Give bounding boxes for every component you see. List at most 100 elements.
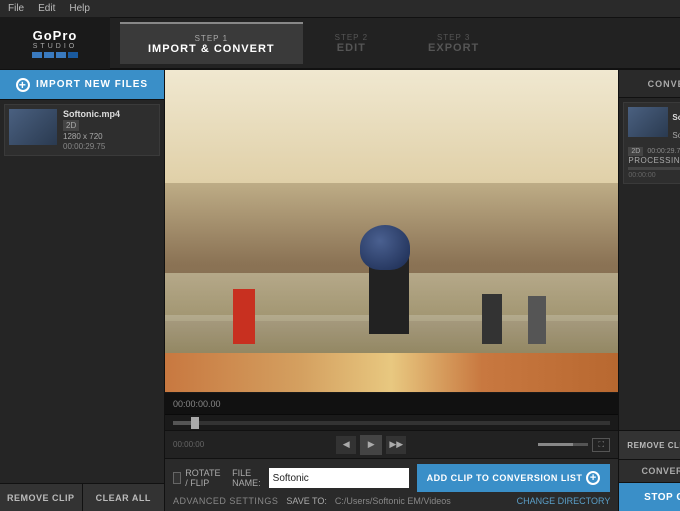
figure-dark [482,294,502,344]
figure-red [233,289,255,344]
fullscreen-button[interactable]: ⛶ [592,438,610,452]
rotate-label: ROTATE / FLIP [185,468,224,488]
menubar: File Edit Help [0,0,680,18]
file-thumb-inner [9,109,57,145]
center-area: 00:00:00.00 00:00:00 ◀ ▶ ▶▶ ⛶ [165,70,618,511]
tab1-step: STEP 1 [195,34,228,43]
saveto-path: C:/Users/Softonic EM/Videos [335,496,509,506]
menu-help[interactable]: Help [69,3,90,14]
right-panel: CONVERSION LIST Softonic.mp4 Softonic.av… [618,70,680,511]
timecode-value: 00:00:00.00 [173,399,221,409]
video-placeholder [165,70,618,392]
filename-label: FILE NAME: [232,468,261,488]
tab3-step: STEP 3 [437,33,470,42]
import-btn-label: IMPORT NEW FILES [36,79,148,90]
tab2-step: STEP 2 [335,33,368,42]
ctrl-center: ◀ ▶ ▶▶ [336,435,406,455]
main-layout: + IMPORT NEW FILES Softonic.mp4 2D 1280 … [0,70,680,511]
list-item[interactable]: Softonic.mp4 Softonic.avi 2D 00:00:29.75… [623,102,680,184]
tab-edit[interactable]: STEP 2 EDIT [307,22,396,64]
file-tag: 2D [63,120,79,131]
timeline-marker[interactable] [191,417,199,429]
import-new-files-button[interactable]: + IMPORT NEW FILES [0,70,164,100]
conv-tag: 2D [628,147,643,156]
bottom-row2: ADVANCED SETTINGS SAVE TO: C:/Users/Soft… [173,496,610,506]
rotate-checkbox[interactable] [173,472,181,484]
tab-export[interactable]: STEP 3 EXPORT [400,22,507,64]
list-item[interactable]: Softonic.mp4 2D 1280 x 720 00:00:29.75 [4,104,160,156]
file-duration: 00:00:29.75 [63,142,120,151]
conv-output-name: Softonic.avi [672,131,680,140]
timeline-track [173,421,610,425]
logo-dot-2 [44,52,54,58]
bottom-controls: ROTATE / FLIP FILE NAME: ADD CLIP TO CON… [165,458,618,511]
conversion-details-button[interactable]: CONVERSION DETAILS [619,459,680,483]
logo-dot-4 [68,52,78,58]
floor [165,353,618,392]
remove-clip-button-right[interactable]: REMOVE CLIP [619,431,680,459]
conv-thumbnail [628,107,668,137]
in-label: 00:00:00 [173,440,204,449]
bottom-row1: ROTATE / FLIP FILE NAME: ADD CLIP TO CON… [173,464,610,492]
play-button[interactable]: ▶ [360,435,382,455]
ctrl-right: ⛶ [538,438,610,452]
change-directory-button[interactable]: CHANGE DIRECTORY [517,496,611,506]
video-container[interactable] [165,70,618,392]
gopro-logo: GoPro STUDIO [32,28,78,58]
office-scene [165,70,618,392]
conv-duration: 00:00:29.75 [647,148,680,155]
ctrl-left: 00:00:00 [173,440,204,449]
timeline-bar[interactable] [165,414,618,430]
conv-item-top: Softonic.mp4 Softonic.avi [628,107,680,143]
tab-import-convert[interactable]: STEP 1 IMPORT & CONVERT [120,22,303,64]
advanced-settings-button[interactable]: ADVANCED SETTINGS [173,496,278,506]
conv-status-row: PROCESSING 0% [628,156,680,165]
tab3-name: EXPORT [428,42,479,54]
header: GoPro STUDIO STEP 1 IMPORT & CONVERT STE… [0,18,680,70]
right-btn-row1: REMOVE CLIP CLEAR ALL [619,431,680,459]
add-circle-icon: + [586,471,600,485]
timecode-bar: 00:00:00.00 [165,392,618,414]
file-resolution: 1280 x 720 [63,132,120,141]
stop-conversion-button[interactable]: STOP CONVERSION [619,483,680,511]
conversion-list: Softonic.mp4 Softonic.avi 2D 00:00:29.75… [619,98,680,430]
office-ceiling [165,70,618,183]
logo-dot-3 [56,52,66,58]
clear-all-button-left[interactable]: CLEAR ALL [83,484,165,511]
left-bottom-buttons: REMOVE CLIP CLEAR ALL [0,483,164,511]
tab1-name: IMPORT & CONVERT [148,43,275,55]
logo-dots [32,52,78,58]
conv-time-start: 00:00:00 [628,172,655,179]
left-panel: + IMPORT NEW FILES Softonic.mp4 2D 1280 … [0,70,165,511]
step-forward-button[interactable]: ▶▶ [386,436,406,454]
add-clip-to-list-button[interactable]: ADD CLIP TO CONVERSION LIST + [417,464,611,492]
conv-info: Softonic.mp4 Softonic.avi [672,107,680,143]
logo-sub: STUDIO [33,43,77,50]
conv-source-name: Softonic.mp4 [672,113,680,122]
file-list: Softonic.mp4 2D 1280 x 720 00:00:29.75 [0,100,164,483]
menu-file[interactable]: File [8,3,24,14]
logo-dot-1 [32,52,42,58]
saveto-label: SAVE TO: [286,496,327,506]
file-info: Softonic.mp4 2D 1280 x 720 00:00:29.75 [63,109,120,151]
rotate-flip-button[interactable]: ROTATE / FLIP [173,468,224,488]
helmet [360,225,410,270]
menu-edit[interactable]: Edit [38,3,55,14]
conv-progress-bar [628,167,680,170]
volume-slider[interactable] [538,443,588,446]
conv-status: PROCESSING [628,156,680,165]
remove-clip-button-left[interactable]: REMOVE CLIP [0,484,83,511]
tabs: STEP 1 IMPORT & CONVERT STEP 2 EDIT STEP… [110,17,680,69]
file-name: Softonic.mp4 [63,109,120,119]
file-thumbnail [9,109,57,145]
logo-name: GoPro [33,28,78,43]
add-btn-label: ADD CLIP TO CONVERSION LIST [427,473,583,483]
step-back-button[interactable]: ◀ [336,436,356,454]
conversion-list-header: CONVERSION LIST [619,70,680,98]
right-bottom: REMOVE CLIP CLEAR ALL CONVERSION DETAILS… [619,430,680,511]
filename-input[interactable] [269,468,409,488]
conv-times: 00:00:00 00:00:29.75 [628,172,680,179]
playback-controls: 00:00:00 ◀ ▶ ▶▶ ⛶ [165,430,618,458]
conversion-list-title: CONVERSION LIST [648,79,680,89]
plus-icon: + [16,78,30,92]
